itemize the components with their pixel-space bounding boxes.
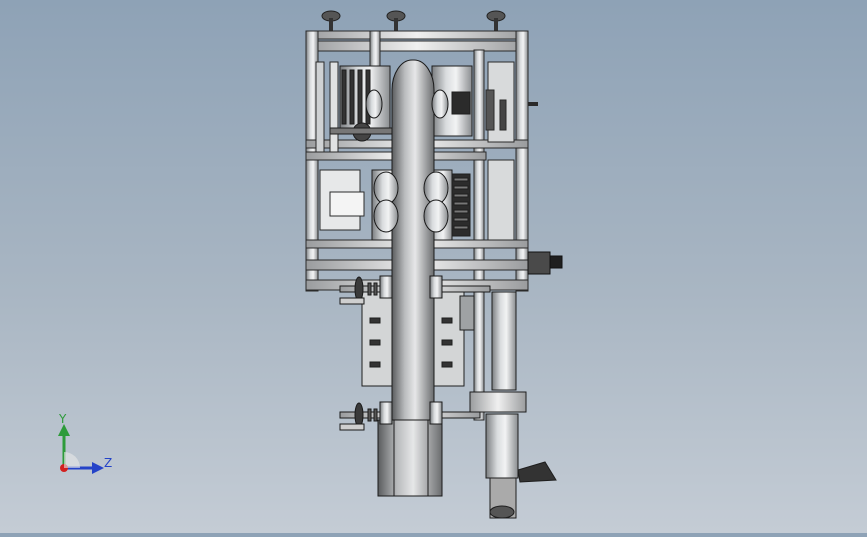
axis-y-label: Y — [59, 412, 67, 426]
axis-triad: Y Z — [46, 408, 122, 480]
leveling-feet — [321, 10, 506, 32]
cad-viewport[interactable] — [0, 0, 867, 533]
axis-z-label: Z — [104, 456, 113, 470]
cad-model-view[interactable] — [0, 0, 867, 533]
side-motor — [527, 251, 563, 275]
